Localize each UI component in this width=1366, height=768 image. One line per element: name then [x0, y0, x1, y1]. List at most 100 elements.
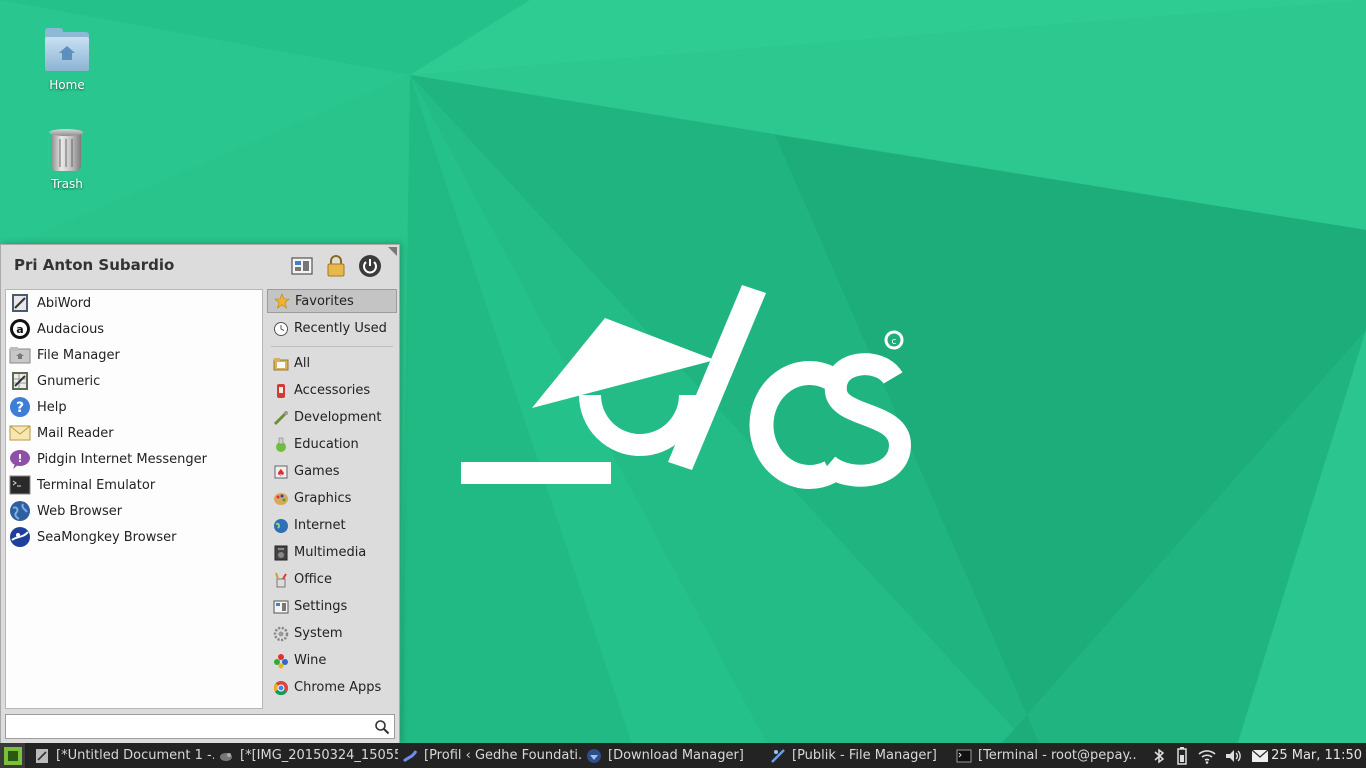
app-item-label: File Manager: [37, 347, 120, 363]
app-item-pidgin[interactable]: ! Pidgin Internet Messenger: [6, 446, 262, 472]
battery-icon[interactable]: [1173, 747, 1191, 765]
games-icon: ♠: [273, 464, 289, 480]
category-graphics[interactable]: Graphics: [267, 485, 397, 512]
taskbar: [*Untitled Document 1 -... [*[IMG_201503…: [0, 743, 1366, 768]
seamonkey-icon: [402, 748, 418, 764]
settings-manager-button[interactable]: [289, 253, 315, 279]
category-label: Internet: [294, 518, 346, 533]
app-item-label: Audacious: [37, 321, 105, 337]
desktop-icon-label: Trash: [51, 177, 83, 191]
category-list: Favorites Recently Used All Accessories …: [267, 289, 397, 701]
task-label: [*Untitled Document 1 -...: [56, 748, 214, 763]
star-icon: [274, 293, 290, 309]
accessories-icon: [273, 383, 289, 399]
task-download-manager[interactable]: [Download Manager]: [586, 743, 766, 768]
app-item-label: Mail Reader: [37, 425, 114, 441]
category-accessories[interactable]: Accessories: [267, 377, 397, 404]
svg-text:a: a: [16, 323, 23, 336]
app-item-label: Terminal Emulator: [37, 477, 156, 493]
graphics-icon: [273, 491, 289, 507]
development-icon: [273, 410, 289, 426]
app-item-label: Gnumeric: [37, 373, 101, 389]
resize-corner-icon[interactable]: [388, 247, 397, 256]
app-item-file-manager[interactable]: File Manager: [6, 342, 262, 368]
task-file-manager[interactable]: [Publik - File Manager]: [770, 743, 950, 768]
seamonkey-icon: [9, 526, 31, 548]
category-label: Education: [294, 437, 359, 452]
category-settings[interactable]: Settings: [267, 593, 397, 620]
app-item-label: AbiWord: [37, 295, 92, 311]
gnumeric-icon: [9, 370, 31, 392]
text-editor-icon: [34, 748, 50, 764]
app-item-label: SeaMongkey Browser: [37, 529, 177, 545]
app-item-label: Web Browser: [37, 503, 123, 519]
category-internet[interactable]: Internet: [267, 512, 397, 539]
globe-icon: [273, 518, 289, 534]
category-wine[interactable]: Wine: [267, 647, 397, 674]
category-label: Development: [294, 410, 382, 425]
category-development[interactable]: Development: [267, 404, 397, 431]
app-item-gnumeric[interactable]: Gnumeric: [6, 368, 262, 394]
desktop-icon-label: Home: [49, 78, 85, 92]
task-terminal[interactable]: [Terminal - root@pepay...: [956, 743, 1136, 768]
category-multimedia[interactable]: Multimedia: [267, 539, 397, 566]
app-item-seamonkey[interactable]: SeaMongkey Browser: [6, 524, 262, 550]
category-label: Multimedia: [294, 545, 367, 560]
task-label: [Terminal - root@pepay...: [978, 748, 1136, 763]
desktop-icon-trash[interactable]: Trash: [27, 125, 107, 191]
app-item-abiword[interactable]: AbiWord: [6, 290, 262, 316]
svg-text:?: ?: [16, 400, 24, 416]
wifi-icon[interactable]: [1198, 747, 1216, 765]
abiword-icon: [9, 292, 31, 314]
app-item-label: Help: [37, 399, 67, 415]
mail-icon: [9, 422, 31, 444]
desktop-icon-home[interactable]: Home: [27, 26, 107, 92]
volume-icon[interactable]: [1225, 747, 1243, 765]
whisker-menu-button[interactable]: [0, 743, 25, 768]
task-browser-profil[interactable]: [Profil ‹ Gedhe Foundati...: [402, 743, 582, 768]
category-all[interactable]: All: [267, 350, 397, 377]
svg-text:!: !: [17, 452, 22, 465]
clock[interactable]: 25 Mar, 11:50: [1271, 743, 1362, 768]
category-label: System: [294, 626, 343, 641]
logout-button[interactable]: [357, 253, 383, 279]
web-browser-icon: [9, 500, 31, 522]
task-image-editor[interactable]: [*[IMG_20150324_15055...: [218, 743, 398, 768]
gear-icon: [273, 626, 289, 642]
svg-text:c: c: [892, 337, 897, 347]
task-label: [Profil ‹ Gedhe Foundati...: [424, 748, 582, 763]
lock-screen-button[interactable]: [323, 253, 349, 279]
category-label: Settings: [294, 599, 348, 614]
menu-user-name: Pri Anton Subardio: [14, 256, 175, 274]
favorites-list: AbiWord a Audacious File Manager Gnumeri…: [5, 289, 263, 709]
multimedia-icon: [273, 545, 289, 561]
app-item-audacious[interactable]: a Audacious: [6, 316, 262, 342]
category-education[interactable]: Education: [267, 431, 397, 458]
file-manager-icon: [9, 344, 31, 366]
category-favorites[interactable]: Favorites: [267, 289, 397, 313]
app-item-mail-reader[interactable]: Mail Reader: [6, 420, 262, 446]
app-item-web-browser[interactable]: Web Browser: [6, 498, 262, 524]
category-recently-used[interactable]: Recently Used: [267, 315, 397, 342]
category-system[interactable]: System: [267, 620, 397, 647]
lock-icon: [327, 255, 345, 277]
app-item-terminal[interactable]: Terminal Emulator: [6, 472, 262, 498]
task-untitled-document[interactable]: [*Untitled Document 1 -...: [34, 743, 214, 768]
bluetooth-icon[interactable]: [1150, 747, 1168, 765]
category-label: Favorites: [295, 293, 354, 309]
search-input[interactable]: [5, 714, 395, 739]
audacious-icon: a: [9, 318, 31, 340]
task-label: [*[IMG_20150324_15055...: [240, 748, 398, 763]
category-chrome-apps[interactable]: Chrome Apps: [267, 674, 397, 701]
trash-icon: [43, 125, 91, 173]
app-item-help[interactable]: ? Help: [6, 394, 262, 420]
category-games[interactable]: ♠ Games: [267, 458, 397, 485]
pidgin-icon: !: [9, 448, 31, 470]
clock-icon: [273, 321, 289, 337]
power-icon: [359, 255, 381, 277]
mail-icon[interactable]: [1251, 747, 1269, 765]
wine-icon: [273, 653, 289, 669]
chrome-icon: [273, 680, 289, 696]
category-office[interactable]: Office: [267, 566, 397, 593]
help-icon: ?: [9, 396, 31, 418]
